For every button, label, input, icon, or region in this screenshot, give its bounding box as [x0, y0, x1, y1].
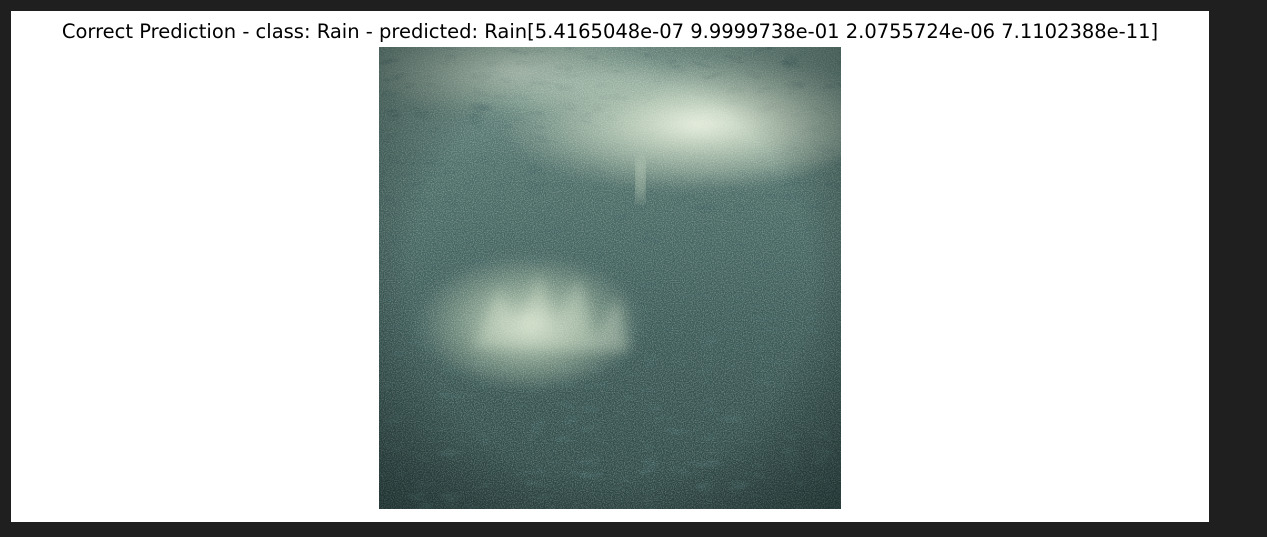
- rain-image-svg: [379, 47, 841, 509]
- rain-image: [379, 47, 841, 509]
- figure-title: Correct Prediction - class: Rain - predi…: [61, 20, 1159, 43]
- image-vignette: [379, 47, 841, 509]
- figure-canvas: Correct Prediction - class: Rain - predi…: [11, 11, 1209, 522]
